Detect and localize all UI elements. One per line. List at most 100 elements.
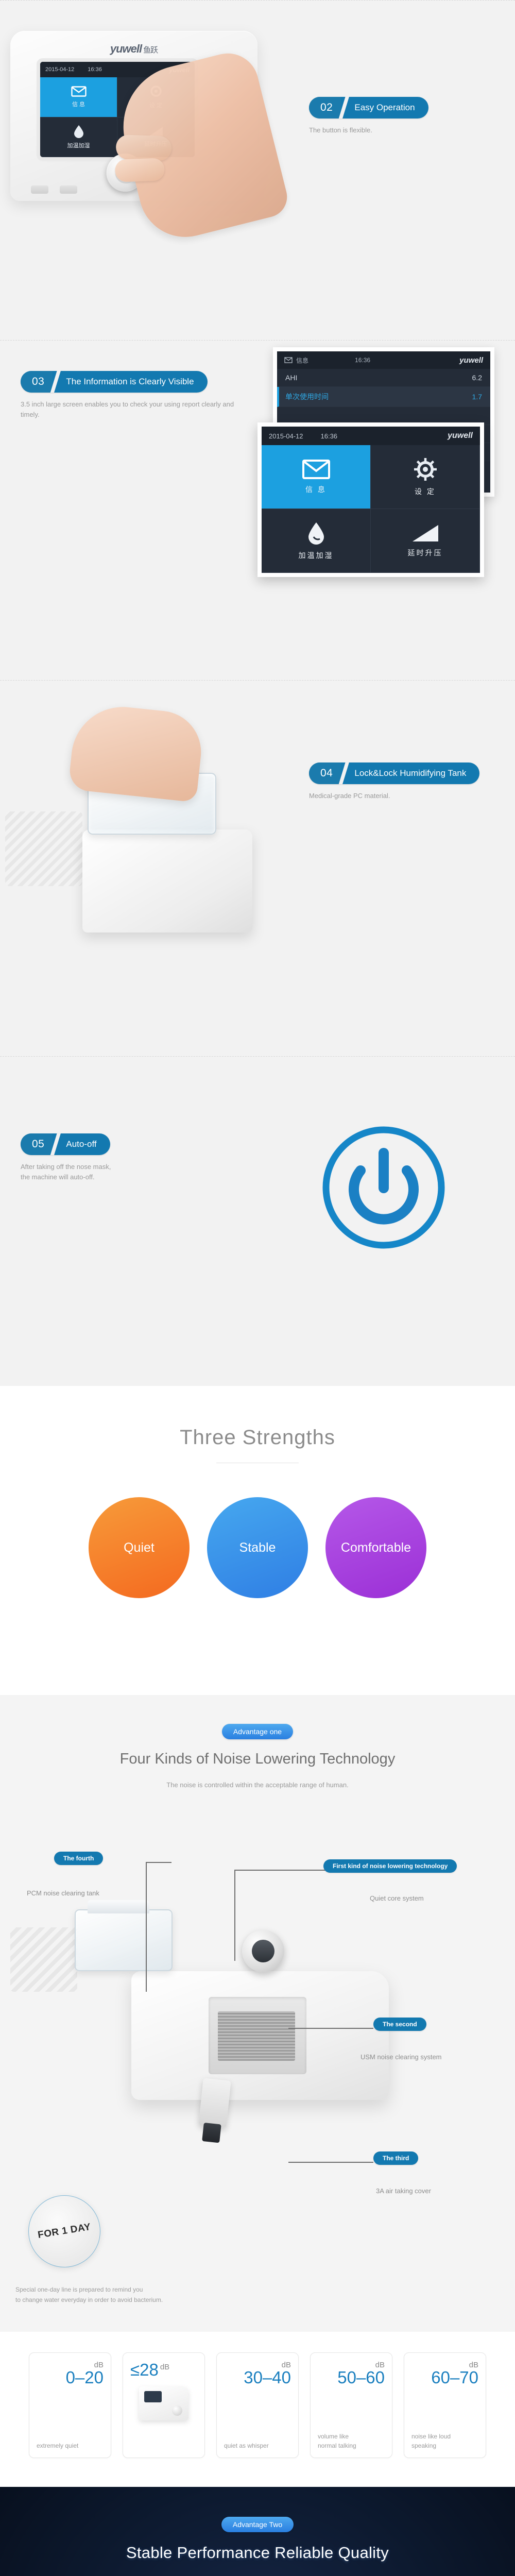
db-value: ≤28 bbox=[130, 2360, 159, 2379]
badge-slash bbox=[53, 1133, 63, 1155]
db-desc: quiet as whisper bbox=[224, 2442, 269, 2449]
filter-texture bbox=[10, 1927, 77, 1992]
display-time: 16:36 bbox=[88, 66, 102, 73]
machine-foot-right bbox=[60, 185, 77, 194]
feature-number: 02 bbox=[309, 97, 341, 118]
callout-first-kind: First kind of noise lowering technology bbox=[323, 1859, 457, 1873]
power-adapter-photo bbox=[198, 2078, 231, 2128]
tile-label: 设 定 bbox=[415, 487, 436, 496]
feature-02-desc: The button is flexible. bbox=[309, 126, 372, 134]
db-desc: noise like loud speaking bbox=[411, 2433, 451, 2449]
badge-slash bbox=[341, 97, 352, 118]
db-card-list: dB 0–20 extremely quiet ≤28dB dB 30–40 bbox=[0, 2352, 515, 2458]
tile-label: 延时升压 bbox=[407, 548, 443, 557]
magnifier-for-1-day: FOR 1 DAY bbox=[28, 2195, 100, 2267]
info-row: AHI 6.2 bbox=[277, 369, 490, 387]
power-icon bbox=[322, 1126, 445, 1249]
db-card: dB 50–60 volume like normal talking bbox=[310, 2352, 392, 2458]
home-screen-date: 2015-04-12 bbox=[269, 432, 303, 440]
advantage-one-header: Advantage one Four Kinds of Noise Loweri… bbox=[0, 1695, 515, 1789]
strengths-circles: Quiet Stable Comfortable bbox=[0, 1497, 515, 1598]
advantage-one-section: Advantage one Four Kinds of Noise Loweri… bbox=[0, 1695, 515, 2332]
feature-section-05: 05 Auto-off After taking off the nose ma… bbox=[0, 1056, 515, 1386]
water-drop-icon bbox=[308, 522, 324, 545]
advantage-one-heading: Four Kinds of Noise Lowering Technology bbox=[119, 1751, 396, 1767]
feature-04-text: 04 Lock&Lock Humidifying Tank Medical-gr… bbox=[309, 762, 500, 801]
strength-circle-comfortable: Comfortable bbox=[325, 1497, 426, 1598]
callout-the-second-sub: USM noise clearing system bbox=[360, 2053, 442, 2061]
divider bbox=[0, 1056, 515, 1057]
db-value-wrap: dB 30–40 bbox=[224, 2361, 291, 2386]
callout-the-third: The third bbox=[373, 2151, 419, 2165]
db-desc: extremely quiet bbox=[37, 2442, 79, 2449]
leader-line-horizontal bbox=[146, 1862, 171, 1863]
finger bbox=[115, 134, 172, 161]
magnifier-label: FOR 1 DAY bbox=[37, 2221, 92, 2241]
feature-05-desc: After taking off the nose mask, the mach… bbox=[21, 1163, 111, 1181]
envelope-icon bbox=[302, 459, 330, 479]
db-card: dB 60–70 noise like loud speaking bbox=[404, 2352, 486, 2458]
feature-03-desc: 3.5 inch large screen enables you to che… bbox=[21, 400, 234, 419]
feature-04-badge: 04 Lock&Lock Humidifying Tank bbox=[309, 762, 480, 784]
cpap-device-photo bbox=[131, 1971, 389, 2100]
advantage-two-sub: Imported Silent brushless DC motor; quic… bbox=[0, 2573, 515, 2576]
advantage-one-sub: The noise is controlled within the accep… bbox=[166, 1781, 349, 1789]
device-front-panel bbox=[209, 1997, 306, 2074]
tile-info: 信 息 bbox=[40, 77, 117, 117]
envelope-icon bbox=[284, 357, 293, 363]
feature-number: 05 bbox=[21, 1133, 53, 1155]
feature-05-text: 05 Auto-off After taking off the nose ma… bbox=[21, 1133, 237, 1182]
info-screen-time: 16:36 bbox=[355, 357, 371, 364]
tile-label: 信 息 bbox=[305, 485, 327, 494]
tank-lid bbox=[88, 1900, 149, 1913]
tile-settings[interactable]: 设 定 bbox=[371, 445, 480, 509]
info-row-label: AHI bbox=[285, 374, 298, 382]
three-strengths-section: Three Strengths Quiet Stable Comfortable bbox=[0, 1386, 515, 1695]
tile-label: 加温加湿 bbox=[298, 551, 334, 560]
strengths-title: Three Strengths bbox=[180, 1426, 335, 1449]
noise-technology-diagram: The fourth PCM noise clearing tank First… bbox=[0, 1801, 515, 2321]
db-scale-section: dB 0–20 extremely quiet ≤28dB dB 30–40 bbox=[0, 2332, 515, 2487]
advantage-two-pill: Advantage Two bbox=[221, 2517, 294, 2532]
feature-number: 04 bbox=[309, 762, 341, 784]
feature-03-text: 03 The Information is Clearly Visible 3.… bbox=[21, 371, 237, 420]
callout-badge: First kind of noise lowering technology bbox=[323, 1859, 457, 1873]
leader-line-vertical bbox=[234, 1871, 235, 1961]
tile-info[interactable]: 信 息 bbox=[262, 445, 371, 509]
callout-badge: The third bbox=[373, 2151, 419, 2165]
info-row-selected: 单次使用时间 1.7 bbox=[277, 387, 490, 407]
feature-title: The Information is Clearly Visible bbox=[66, 377, 194, 386]
db-desc: volume like normal talking bbox=[318, 2433, 356, 2449]
db-card: dB 30–40 quiet as whisper bbox=[216, 2352, 299, 2458]
tile-humidifier[interactable]: 加温加湿 bbox=[262, 509, 371, 573]
feature-number: 03 bbox=[21, 371, 53, 393]
callout-first-kind-sub: Quiet core system bbox=[370, 1894, 424, 1902]
feature-05-badge: 05 Auto-off bbox=[21, 1133, 110, 1155]
feature-03-badge: 03 The Information is Clearly Visible bbox=[21, 371, 208, 393]
tile-label: 信 息 bbox=[72, 101, 85, 108]
info-row-label: 单次使用时间 bbox=[285, 393, 329, 401]
badge-slash bbox=[53, 371, 63, 393]
strength-label: Quiet bbox=[124, 1540, 154, 1555]
advantage-two-header: Advantage Two Stable Performance Reliabl… bbox=[0, 2517, 515, 2576]
tile-ramp[interactable]: 延时升压 bbox=[371, 509, 480, 573]
filter-texture bbox=[5, 811, 82, 886]
feature-title: Easy Operation bbox=[354, 103, 415, 112]
db-value-wrap: dB 60–70 bbox=[411, 2361, 478, 2386]
feature-02-text: 02 Easy Operation The button is flexible… bbox=[309, 97, 494, 135]
gear-icon bbox=[414, 457, 437, 481]
feature-section-03: 03 The Information is Clearly Visible 3.… bbox=[0, 340, 515, 680]
db-value: 30–40 bbox=[244, 2368, 291, 2387]
strength-label: Stable bbox=[239, 1540, 276, 1555]
power-icon-graphic bbox=[319, 1123, 448, 1255]
leader-line-vertical bbox=[146, 1863, 147, 1992]
advantage-two-heading: Stable Performance Reliable Quality bbox=[126, 2544, 389, 2562]
divider-top bbox=[0, 0, 515, 1]
humidifying-tank bbox=[75, 1909, 173, 1971]
callout-the-fourth-sub: PCM noise clearing tank bbox=[27, 1889, 99, 1897]
tile-label: 加温加湿 bbox=[67, 142, 90, 149]
machine-foot-left bbox=[31, 185, 48, 194]
db-value-wrap: dB 50–60 bbox=[318, 2361, 385, 2386]
feature-section-02: yuwell鱼跃 2015-04-12 16:36 yuwell 信 息 设 定 bbox=[0, 0, 515, 340]
home-screen-logo: yuwell bbox=[448, 431, 473, 440]
